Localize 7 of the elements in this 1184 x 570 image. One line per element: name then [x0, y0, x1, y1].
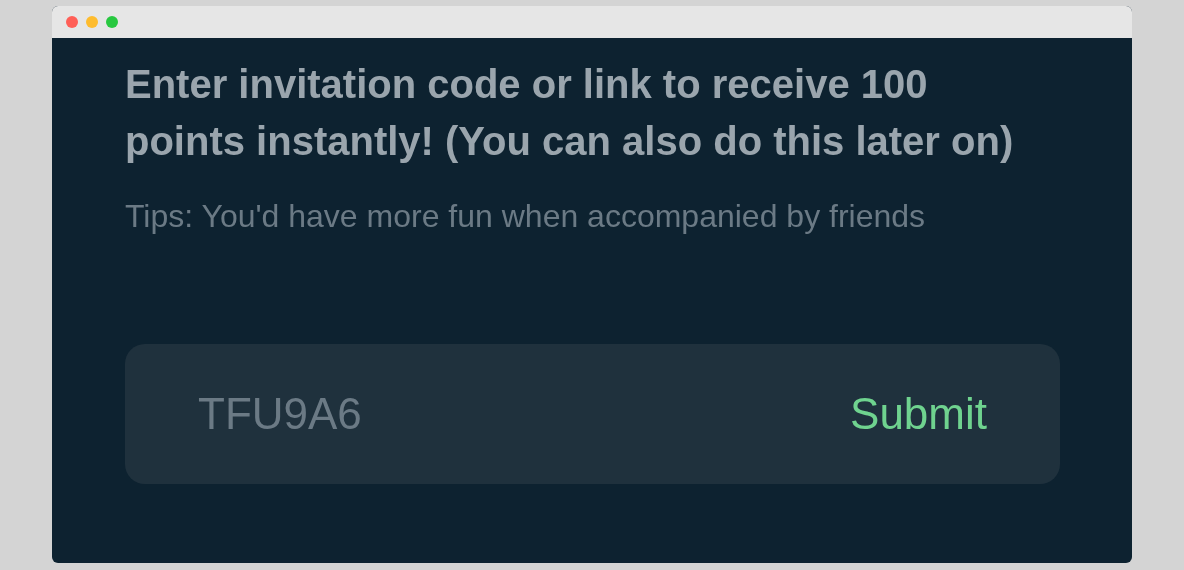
maximize-icon[interactable]	[106, 16, 118, 28]
tip-text: Tips: You'd have more fun when accompanied by friends	[125, 197, 927, 236]
close-icon[interactable]	[66, 16, 78, 28]
heading: Enter invitation code or link to receive 100 points instantly! (You can also do this later on)	[125, 61, 1015, 165]
minimize-icon[interactable]	[86, 16, 98, 28]
submit-button[interactable]: Submit	[850, 381, 987, 447]
code-field[interactable]: TFU9A6 Submit	[125, 344, 1060, 484]
